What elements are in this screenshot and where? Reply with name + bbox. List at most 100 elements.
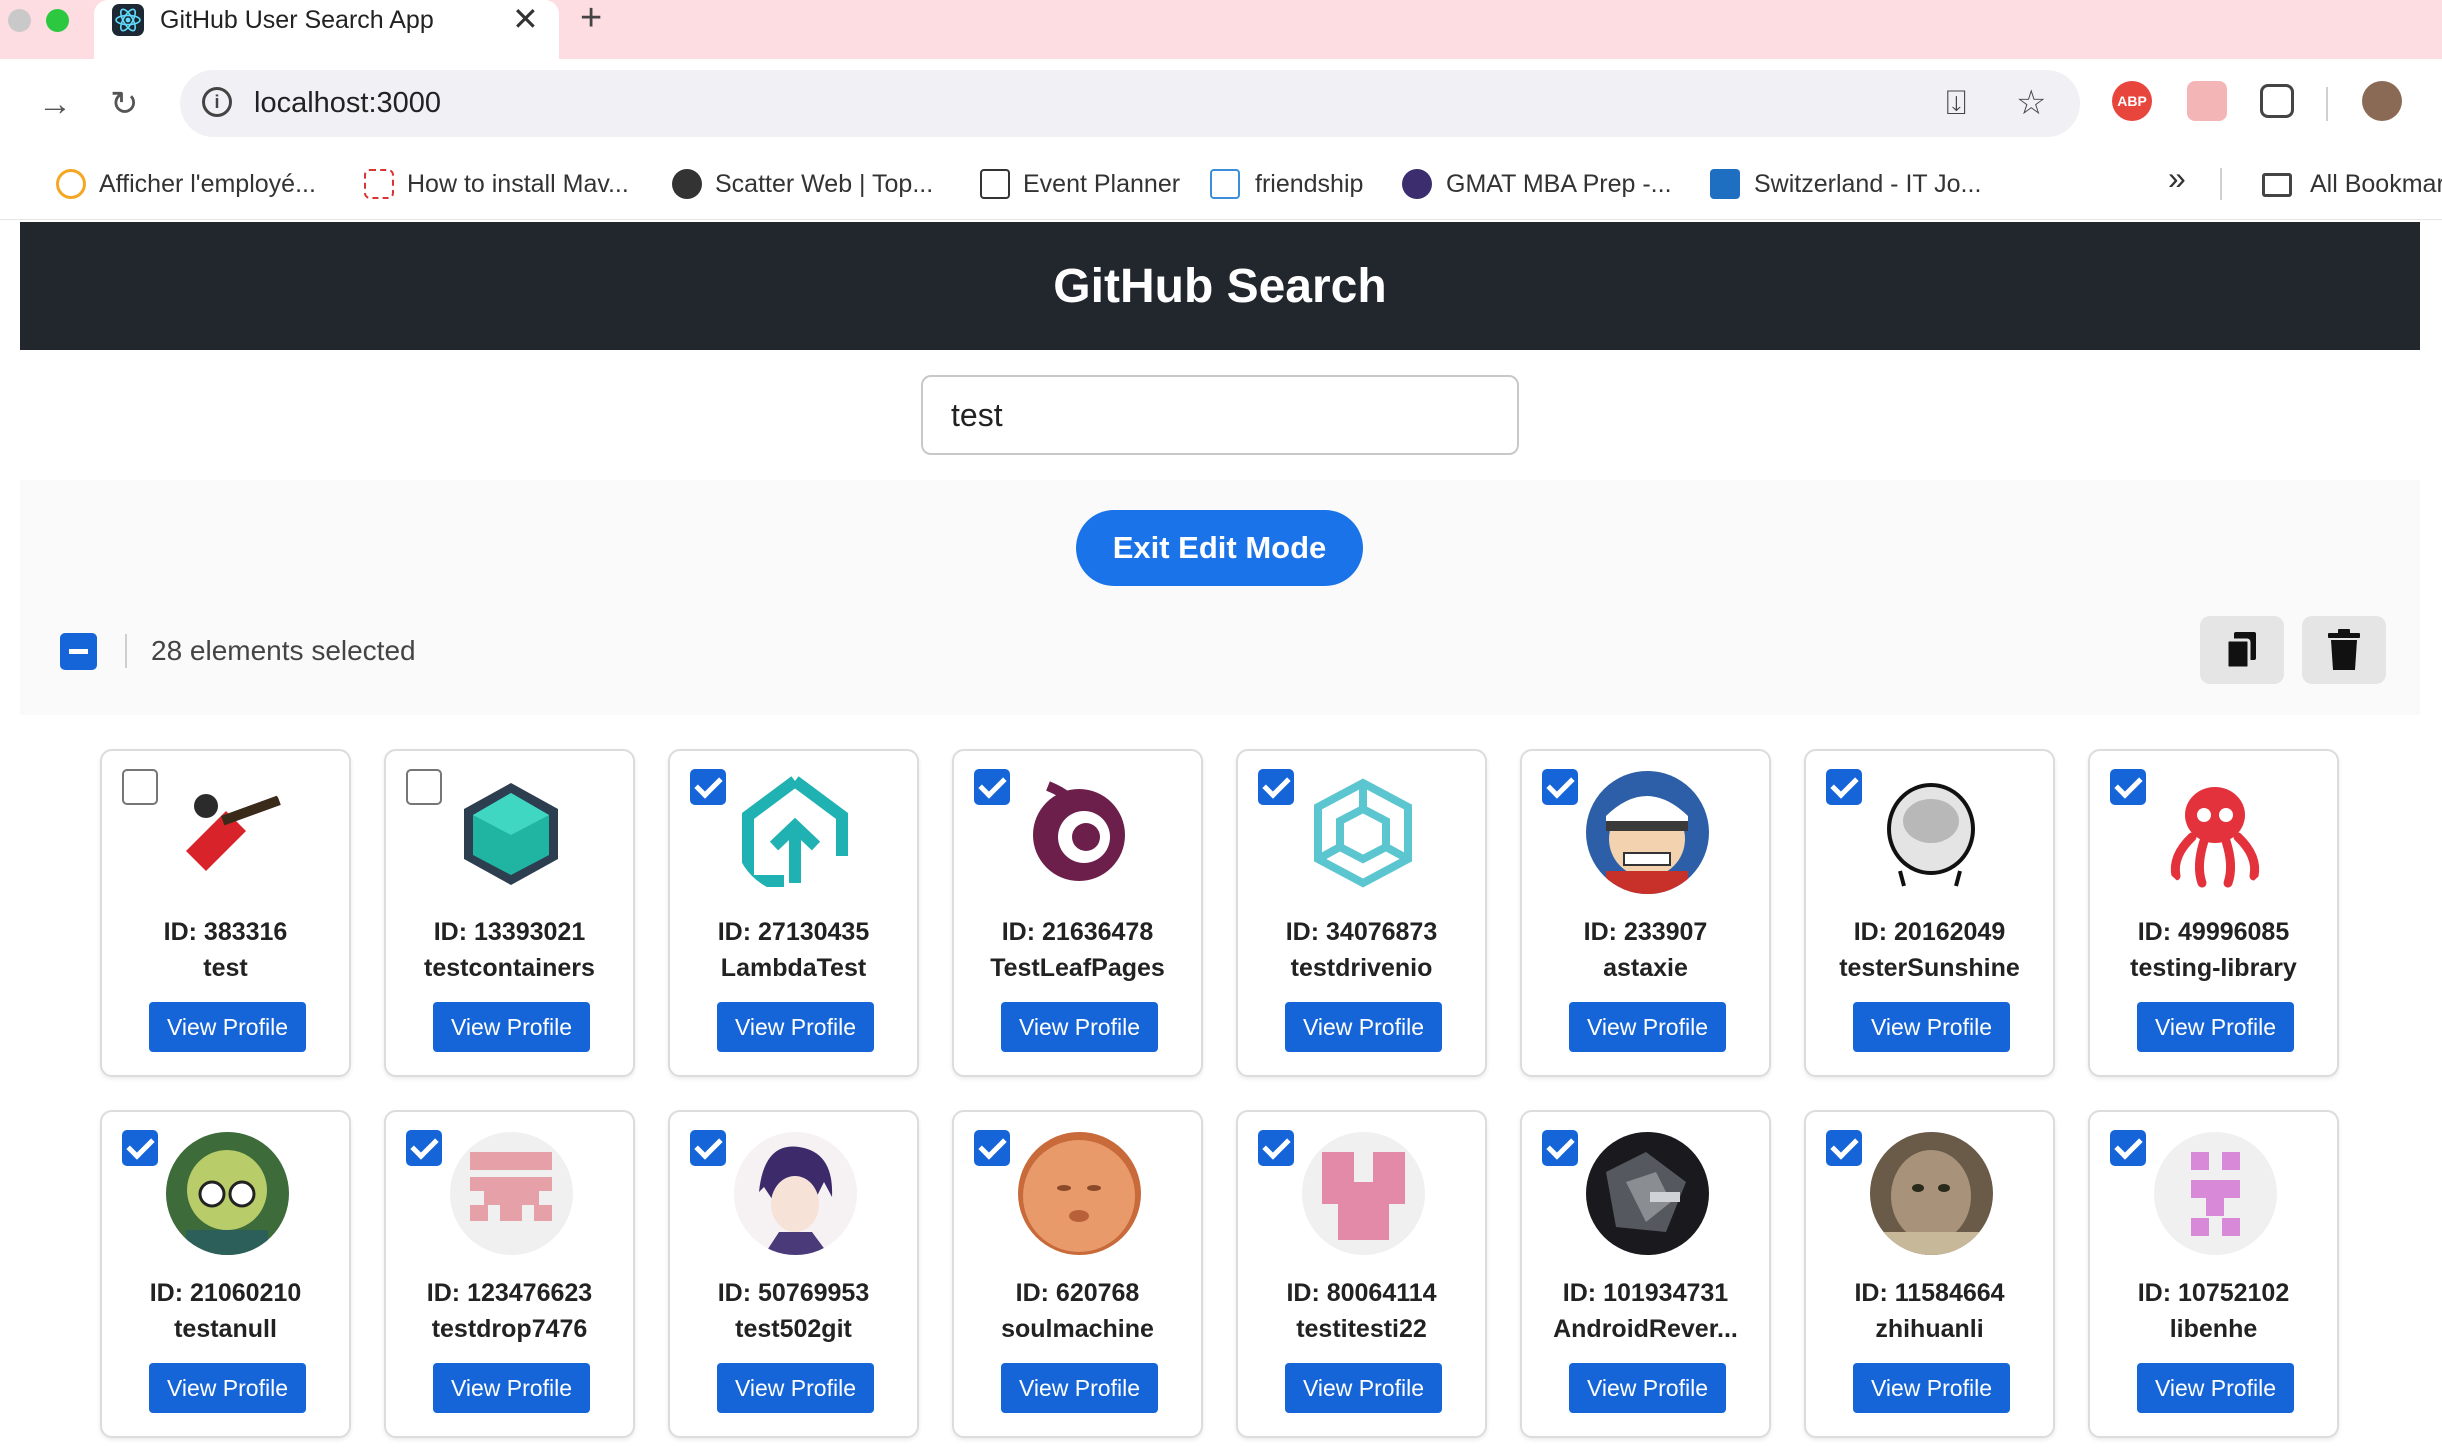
avatar bbox=[1870, 1132, 1993, 1255]
view-profile-button[interactable]: View Profile bbox=[149, 1002, 306, 1052]
card-checkbox[interactable] bbox=[122, 769, 158, 805]
bookmark-item[interactable]: How to install Mav... bbox=[407, 168, 629, 200]
card-checkbox[interactable] bbox=[1258, 769, 1294, 805]
avatar bbox=[2154, 771, 2277, 894]
user-card: ID: 11584664 zhihuanli View Profile bbox=[1804, 1110, 2055, 1438]
card-checkbox[interactable] bbox=[2110, 769, 2146, 805]
forward-icon[interactable]: → bbox=[38, 85, 72, 123]
profile-avatar[interactable] bbox=[2362, 81, 2402, 121]
card-checkbox[interactable] bbox=[1542, 769, 1578, 805]
site-info-icon[interactable]: i bbox=[202, 87, 232, 117]
view-profile-button[interactable]: View Profile bbox=[1569, 1002, 1726, 1052]
delete-button[interactable] bbox=[2302, 616, 2386, 684]
react-icon bbox=[112, 4, 144, 36]
user-card: ID: 21636478 TestLeafPages View Profile bbox=[952, 749, 1203, 1077]
tab-title: GitHub User Search App bbox=[160, 6, 434, 34]
card-checkbox[interactable] bbox=[406, 769, 442, 805]
url-text[interactable]: localhost:3000 bbox=[254, 84, 441, 122]
card-checkbox[interactable] bbox=[406, 1130, 442, 1166]
card-checkbox[interactable] bbox=[1826, 1130, 1862, 1166]
username: testerSunshine bbox=[1839, 954, 2020, 982]
user-card: ID: 233907 astaxie View Profile bbox=[1520, 749, 1771, 1077]
username: zhihuanli bbox=[1875, 1315, 1984, 1343]
view-profile-button[interactable]: View Profile bbox=[1001, 1002, 1158, 1052]
window-zoom-control[interactable] bbox=[46, 9, 69, 32]
bookmark-item[interactable]: Scatter Web | Top... bbox=[715, 168, 933, 200]
card-checkbox[interactable] bbox=[2110, 1130, 2146, 1166]
extensions-puzzle-icon[interactable] bbox=[2260, 84, 2294, 118]
bookmark-item[interactable]: Switzerland - IT Jo... bbox=[1754, 168, 1981, 200]
copy-icon bbox=[2225, 632, 2256, 670]
user-id: ID: 21636478 bbox=[1001, 918, 1154, 946]
user-card: ID: 10752102 libenhe View Profile bbox=[2088, 1110, 2339, 1438]
user-card: ID: 101934731 AndroidRever... View Profi… bbox=[1520, 1110, 1771, 1438]
view-profile-button[interactable]: View Profile bbox=[1285, 1363, 1442, 1413]
app-header: GitHub Search bbox=[20, 222, 2420, 350]
view-profile-button[interactable]: View Profile bbox=[1569, 1363, 1726, 1413]
username: test502git bbox=[735, 1315, 852, 1343]
view-profile-button[interactable]: View Profile bbox=[1285, 1002, 1442, 1052]
bookmarks-divider bbox=[2220, 168, 2222, 200]
username: libenhe bbox=[2169, 1315, 2258, 1343]
card-checkbox[interactable] bbox=[690, 769, 726, 805]
install-app-icon[interactable]: ⍗ bbox=[1946, 83, 1966, 123]
username: testdrop7476 bbox=[431, 1315, 588, 1343]
bookmark-item[interactable]: Event Planner bbox=[1023, 168, 1180, 200]
card-checkbox[interactable] bbox=[1826, 769, 1862, 805]
view-profile-button[interactable]: View Profile bbox=[717, 1002, 874, 1052]
view-profile-button[interactable]: View Profile bbox=[1001, 1363, 1158, 1413]
view-profile-button[interactable]: View Profile bbox=[1853, 1002, 2010, 1052]
bookmark-item[interactable]: GMAT MBA Prep -... bbox=[1446, 168, 1672, 200]
card-checkbox[interactable] bbox=[122, 1130, 158, 1166]
user-card: ID: 620768 soulmachine View Profile bbox=[952, 1110, 1203, 1438]
window-close-control[interactable] bbox=[8, 9, 31, 32]
avatar bbox=[450, 1132, 573, 1255]
duplicate-button[interactable] bbox=[2200, 616, 2284, 684]
view-profile-button[interactable]: View Profile bbox=[717, 1363, 874, 1413]
extension-alert-icon[interactable] bbox=[2187, 81, 2227, 121]
bookmark-item[interactable]: friendship bbox=[1255, 168, 1363, 200]
selection-divider bbox=[125, 634, 127, 668]
user-id: ID: 49996085 bbox=[2137, 918, 2290, 946]
bookmarks-overflow-icon[interactable]: » bbox=[2168, 162, 2186, 194]
view-profile-button[interactable]: View Profile bbox=[149, 1363, 306, 1413]
search-input[interactable] bbox=[921, 375, 1519, 455]
username: soulmachine bbox=[1001, 1315, 1154, 1343]
bookmark-item[interactable]: Afficher l'employé... bbox=[99, 168, 316, 200]
exit-edit-mode-button[interactable]: Exit Edit Mode bbox=[1076, 510, 1363, 586]
tab-close-icon[interactable]: ✕ bbox=[512, 0, 539, 38]
user-card: ID: 34076873 testdrivenio View Profile bbox=[1236, 749, 1487, 1077]
card-checkbox[interactable] bbox=[1258, 1130, 1294, 1166]
username: testdrivenio bbox=[1290, 954, 1433, 982]
user-id: ID: 11584664 bbox=[1854, 1279, 2005, 1307]
view-profile-button[interactable]: View Profile bbox=[433, 1363, 590, 1413]
user-id: ID: 21060210 bbox=[149, 1279, 302, 1307]
view-profile-button[interactable]: View Profile bbox=[1853, 1363, 2010, 1413]
bookmark-star-icon[interactable]: ☆ bbox=[2016, 83, 2046, 123]
view-profile-button[interactable]: View Profile bbox=[2137, 1363, 2294, 1413]
user-card: ID: 20162049 testerSunshine View Profile bbox=[1804, 749, 2055, 1077]
user-id: ID: 10752102 bbox=[2137, 1279, 2290, 1307]
new-tab-button[interactable]: + bbox=[580, 0, 602, 38]
user-id: ID: 50769953 bbox=[717, 1279, 870, 1307]
bookmark-page-icon bbox=[364, 169, 394, 199]
view-profile-button[interactable]: View Profile bbox=[433, 1002, 590, 1052]
avatar bbox=[1018, 771, 1141, 894]
card-checkbox[interactable] bbox=[974, 1130, 1010, 1166]
trash-icon bbox=[2328, 629, 2360, 670]
selection-count: 28 elements selected bbox=[151, 635, 416, 666]
reload-icon[interactable]: ↻ bbox=[110, 85, 139, 123]
user-id: ID: 101934731 bbox=[1562, 1279, 1729, 1307]
user-card: ID: 383316 test View Profile bbox=[100, 749, 351, 1077]
browser-tab[interactable]: GitHub User Search App ✕ bbox=[94, 0, 559, 59]
view-profile-button[interactable]: View Profile bbox=[2137, 1002, 2294, 1052]
card-checkbox[interactable] bbox=[690, 1130, 726, 1166]
username: LambdaTest bbox=[720, 954, 867, 982]
card-checkbox[interactable] bbox=[1542, 1130, 1578, 1166]
card-checkbox[interactable] bbox=[974, 769, 1010, 805]
address-bar[interactable]: i localhost:3000 ⍗ ☆ bbox=[180, 70, 2080, 137]
avatar bbox=[1018, 1132, 1141, 1255]
select-all-checkbox[interactable] bbox=[60, 633, 97, 670]
all-bookmarks[interactable]: All Bookmarks bbox=[2310, 168, 2442, 200]
adblock-extension-icon[interactable]: ABP bbox=[2112, 81, 2152, 121]
